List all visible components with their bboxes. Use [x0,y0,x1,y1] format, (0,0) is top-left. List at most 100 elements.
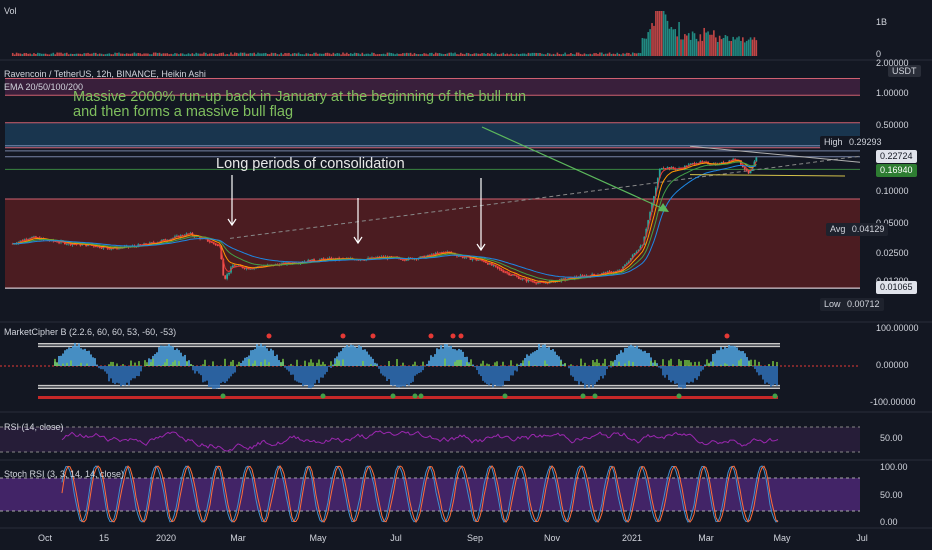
volume-bar [417,54,420,56]
volume-bar [307,53,310,56]
volume-bar [546,52,549,56]
volume-bar [183,54,186,56]
x-tick: Sep [466,533,484,543]
volume-bar [755,40,758,56]
volume-bar [581,54,584,56]
volume-bar [732,36,734,56]
volume-bar [102,54,105,56]
flag-lower-line [689,174,846,177]
volume-bar [411,54,414,56]
volume-bar [684,34,686,56]
volume-bar [127,53,130,56]
volume-bar [369,54,371,56]
volume-bar [319,53,321,56]
volume-bar [371,52,373,56]
volume-bar [423,53,425,56]
volume-bar [429,52,431,56]
cipher-tick: -100.00000 [870,397,916,407]
volume-bar [73,53,76,56]
volume-bar [498,54,501,56]
volume-bar [365,53,367,56]
volume-bar [96,54,99,56]
volume-bar [454,52,456,56]
volume-bar [178,54,180,56]
volume-bar [355,53,358,56]
volume-bar [166,53,169,56]
volume-bar [243,52,246,56]
candle-body [510,274,512,276]
volume-bar [122,53,124,56]
volume-bar [58,52,60,56]
volume-bar [400,53,402,56]
volume-bar [156,53,159,56]
volume-bar [207,54,209,56]
volume-bar [713,30,715,56]
price-tick: 0.10000 [876,186,909,196]
high-price-tag: High 0.29293 [820,136,886,149]
volume-bar [647,32,649,56]
volume-bar [189,54,192,56]
volume-bar [689,39,692,56]
volume-bar [533,52,536,56]
cipher-dot [412,393,418,399]
volume-bar [720,39,723,56]
volume-bar [259,53,261,56]
volume-bar [344,53,346,56]
volume-bar [263,53,265,56]
volume-bar [460,52,462,56]
volume-bar [407,53,410,56]
volume-bar [349,53,352,56]
volume-bar [363,54,366,56]
stoch-tick: 50.00 [880,490,903,500]
volume-bar [191,53,194,56]
volume-bar [228,54,230,56]
volume-bar [44,53,47,56]
volume-bar [284,52,286,56]
x-tick: May [773,533,791,543]
candle-body [65,243,68,245]
volume-bar [612,53,615,56]
volume-bar [492,54,495,56]
volume-bar [643,38,646,56]
volume-bar [174,53,176,56]
volume-bar [479,53,481,56]
volume-bar [203,52,205,56]
candle-body [463,257,466,259]
volume-bar [442,54,445,56]
volume-bar [633,53,636,56]
x-tick: Jul [856,533,868,543]
ema-label: EMA 20/50/100/200 [4,82,84,92]
volume-bar [740,40,742,56]
volume-bar [686,35,688,56]
volume-bar [728,40,731,56]
volume-bar [272,53,275,56]
volume-bar [305,53,308,56]
volume-bar [394,54,396,56]
volume-bar [195,52,198,56]
volume-bar [247,53,250,56]
volume-bar [89,53,91,56]
volume-bar [149,54,151,56]
volume-bar [116,52,118,56]
symbol-title: Ravencoin / TetherUS, 12h, BINANCE, Heik… [4,69,206,79]
cipher-dot [320,393,326,399]
volume-bar [380,54,383,56]
volume-bar [593,53,595,56]
candle-body [233,265,236,267]
volume-bar [158,52,161,56]
volume-bar [525,54,528,56]
volume-bar [154,52,157,56]
volume-bar [388,52,391,56]
volume-bar [456,54,458,56]
volume-bar [483,53,485,56]
volume-bar [548,53,551,56]
chart-canvas[interactable] [0,0,932,550]
volume-bar [579,53,582,56]
volume-bar [17,53,20,56]
volume-bar [705,32,707,56]
volume-bar [301,54,304,56]
volume-bar [66,52,68,56]
volume-bar [469,54,472,56]
volume-bar [682,39,684,56]
volume-bar [143,53,145,56]
